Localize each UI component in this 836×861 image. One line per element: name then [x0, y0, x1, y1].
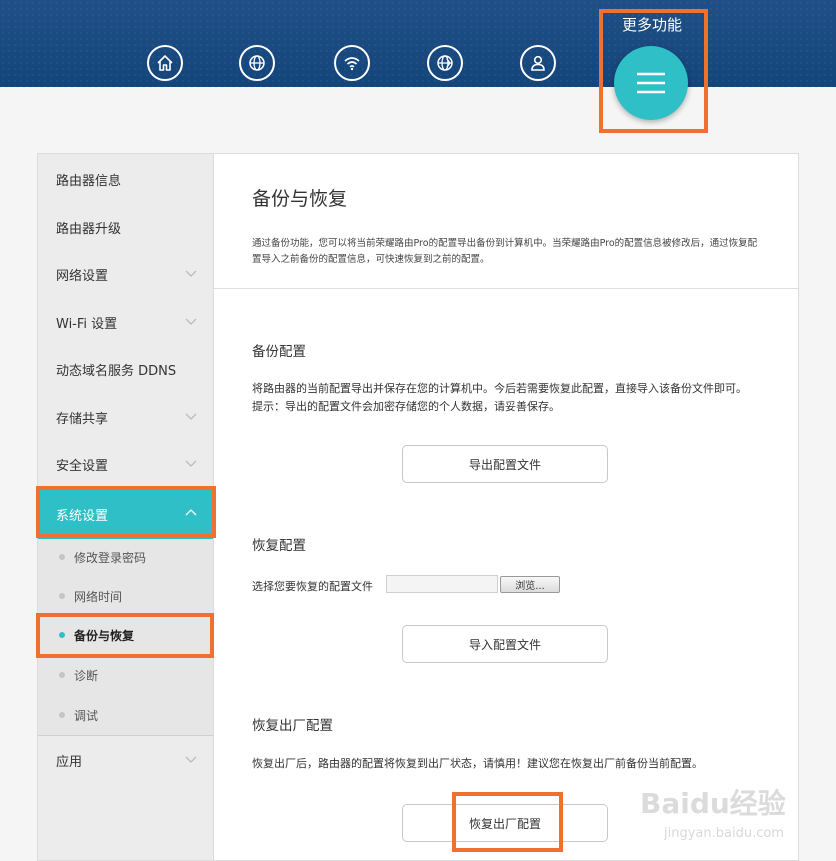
section-divider: [214, 288, 798, 289]
baidu-watermark-url: jingyan.baidu.com: [664, 826, 784, 841]
home-icon[interactable]: [147, 45, 183, 81]
page-title: 备份与恢复: [252, 188, 348, 210]
bullet-dot: [59, 554, 65, 560]
chevron-down-icon: [185, 270, 197, 277]
page-description: 通过备份功能，您可以将当前荣耀路由Pro的配置导出备份到计算机中。当荣耀路由Pr…: [252, 238, 758, 265]
sidebar-item-storage-sharing[interactable]: 存储共享: [38, 394, 213, 441]
sidebar-divider: [38, 735, 213, 736]
file-path-input[interactable]: [386, 575, 498, 593]
top-nav-bar: [0, 0, 836, 87]
backup-section-title: 备份配置: [252, 344, 306, 360]
sidebar-subitem-network-time[interactable]: 网络时间: [38, 577, 213, 615]
user-icon[interactable]: [520, 45, 556, 81]
sidebar-item-label: 网络设置: [56, 269, 109, 284]
factory-reset-section-title: 恢复出厂配置: [252, 718, 333, 734]
factory-reset-description: 恢复出厂后，路由器的配置将恢复到出厂状态，请慎用！建议您在恢复出厂前备份当前配置…: [252, 757, 703, 770]
sidebar-item-label: Wi-Fi 设置: [56, 317, 118, 332]
highlight-box-factory-reset: [452, 792, 563, 852]
sidebar-subitem-label: 网络时间: [74, 589, 123, 604]
sidebar-subitem-label: 调试: [74, 708, 99, 723]
sidebar-item-applications[interactable]: 应用: [38, 737, 213, 784]
sidebar-subitem-diagnostics[interactable]: 诊断: [38, 656, 213, 694]
highlight-box-backup-restore: [36, 613, 214, 658]
sidebar-subitem-label: 诊断: [74, 668, 99, 683]
sidebar-item-label: 路由器信息: [56, 174, 122, 189]
main-content: 备份与恢复 通过备份功能，您可以将当前荣耀路由Pro的配置导出备份到计算机中。当…: [214, 153, 799, 861]
bullet-dot: [59, 712, 65, 718]
sidebar-item-ddns[interactable]: 动态域名服务 DDNS: [38, 346, 213, 393]
wifi-icon[interactable]: [334, 45, 370, 81]
highlight-box-more-features: [599, 9, 708, 133]
sidebar-item-label: 路由器升级: [56, 222, 122, 237]
sidebar-subitem-debug[interactable]: 调试: [38, 696, 213, 734]
sidebar-item-security-settings[interactable]: 安全设置: [38, 441, 213, 488]
sidebar-item-label: 应用: [56, 755, 83, 770]
highlight-box-system-settings: [36, 486, 216, 538]
export-config-button[interactable]: 导出配置文件: [402, 445, 608, 483]
chevron-down-icon: [185, 413, 197, 420]
backup-description: 将路由器的当前配置导出并保存在您的计算机中。今后若需要恢复此配置，直接导入该备份…: [252, 382, 747, 395]
backup-tip: 提示：导出的配置文件会加密存储您的个人数据，请妥善保存。: [252, 400, 560, 413]
chevron-down-icon: [185, 756, 197, 763]
sidebar-item-wifi-settings[interactable]: Wi-Fi 设置: [38, 299, 213, 346]
sidebar-item-router-upgrade[interactable]: 路由器升级: [38, 204, 213, 251]
sidebar-subitem-label: 修改登录密码: [74, 550, 147, 565]
sidebar-item-label: 动态域名服务 DDNS: [56, 364, 177, 379]
file-select-label: 选择您要恢复的配置文件: [252, 580, 373, 593]
sidebar-item-router-info[interactable]: 路由器信息: [38, 156, 213, 203]
bullet-dot: [59, 593, 65, 599]
baidu-watermark-logo: Baidu经验: [640, 787, 786, 820]
globe-settings-icon[interactable]: [427, 45, 463, 81]
sidebar-item-label: 安全设置: [56, 459, 109, 474]
globe-icon[interactable]: [239, 45, 275, 81]
restore-section-title: 恢复配置: [252, 538, 306, 554]
chevron-down-icon: [185, 318, 197, 325]
import-config-button[interactable]: 导入配置文件: [402, 625, 608, 663]
chevron-down-icon: [185, 460, 197, 467]
sidebar-subitem-change-password[interactable]: 修改登录密码: [38, 538, 213, 576]
sidebar-item-label: 存储共享: [56, 412, 109, 427]
bullet-dot: [59, 672, 65, 678]
browse-button[interactable]: 浏览...: [500, 576, 560, 593]
sidebar-item-network-settings[interactable]: 网络设置: [38, 251, 213, 298]
